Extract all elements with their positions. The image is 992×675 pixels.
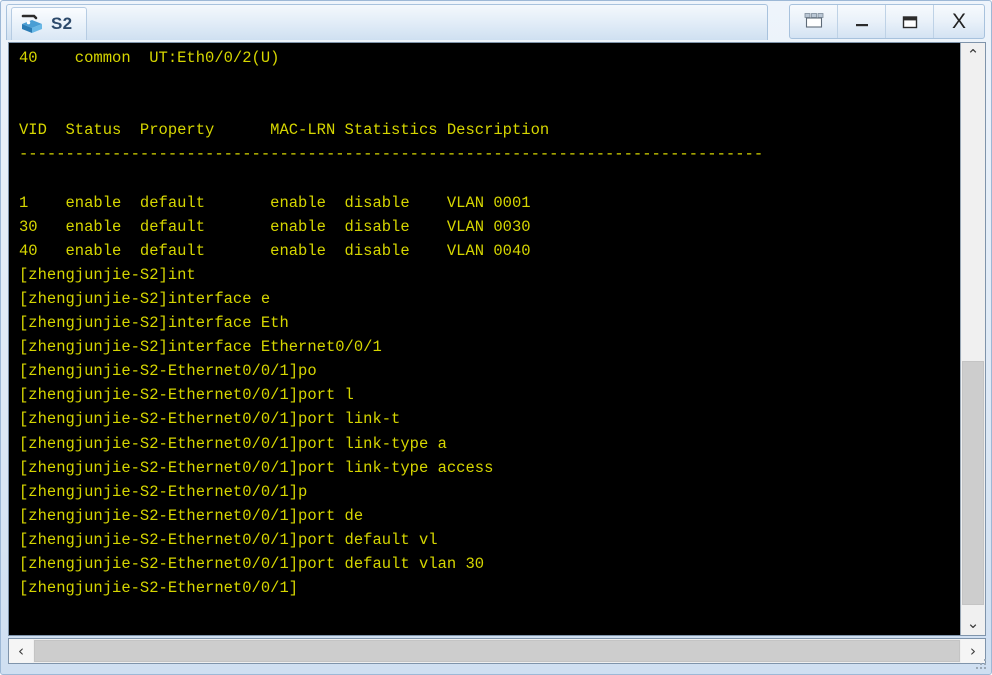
tab-label: S2 (51, 14, 73, 33)
chevron-down-icon: ⌄ (966, 613, 980, 632)
horizontal-scrollbar[interactable]: ‹ › (8, 638, 986, 664)
horizontal-scroll-thumb[interactable] (34, 640, 960, 662)
scroll-up-button[interactable]: ⌃ (961, 43, 985, 67)
close-button[interactable]: X (934, 5, 984, 38)
switch-icon (20, 13, 44, 35)
terminal-area: 40 common UT:Eth0/0/2(U) VID Status Prop… (8, 42, 986, 636)
title-bar: S2 X (1, 1, 992, 41)
tab-strip: S2 (6, 4, 768, 40)
maximize-icon (900, 14, 920, 30)
vertical-scroll-thumb[interactable] (962, 361, 984, 605)
terminal-window: S2 X 40 common UT:Eth0/0/2(U) VID Status… (0, 0, 992, 675)
windows-cascade-icon (802, 12, 826, 32)
window-controls: X (789, 4, 985, 39)
minimize-icon (852, 14, 872, 30)
minimize-button[interactable] (838, 5, 886, 38)
restore-all-windows-button[interactable] (790, 5, 838, 38)
terminal-screen[interactable]: 40 common UT:Eth0/0/2(U) VID Status Prop… (9, 43, 961, 635)
scroll-down-button[interactable]: ⌄ (961, 611, 985, 635)
close-icon: X (951, 10, 966, 33)
maximize-button[interactable] (886, 5, 934, 38)
terminal-output: 40 common UT:Eth0/0/2(U) VID Status Prop… (19, 49, 764, 598)
scroll-left-button[interactable]: ‹ (9, 639, 33, 663)
vertical-scrollbar[interactable]: ⌃ ⌄ (960, 43, 985, 635)
chevron-left-icon: ‹ (18, 641, 24, 660)
tab-s2[interactable]: S2 (11, 7, 88, 40)
resize-grip[interactable] (974, 657, 988, 671)
chevron-up-icon: ⌃ (966, 45, 980, 64)
